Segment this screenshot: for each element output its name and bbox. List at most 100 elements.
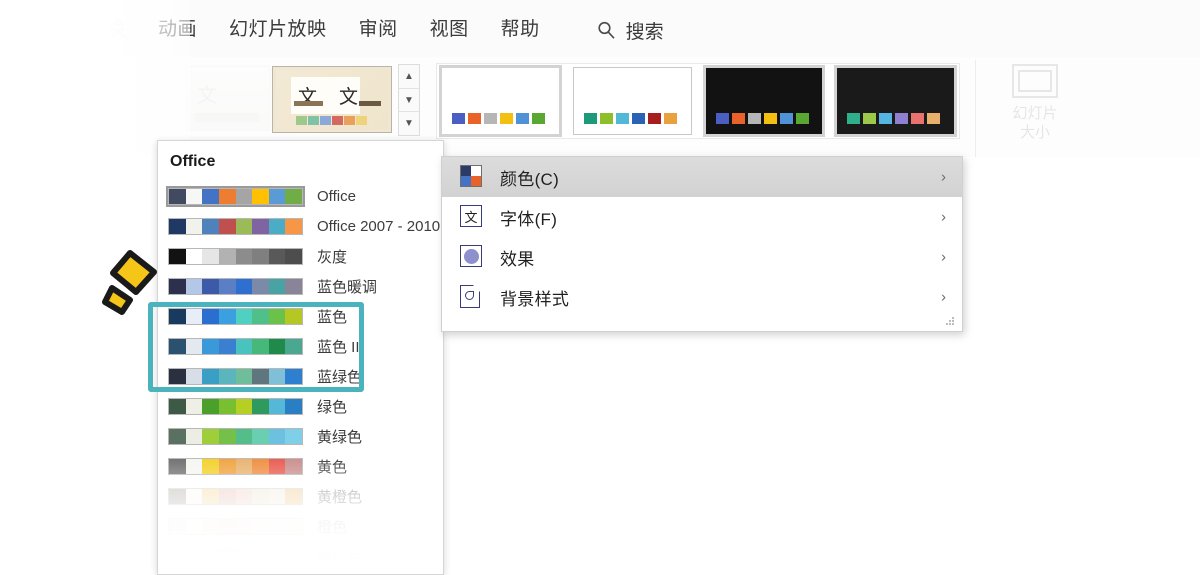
color-swatch-2-2 [202,248,219,264]
color-swatch-5-5 [252,338,269,354]
color-swatch-5-4 [235,338,253,354]
theme-color-row-9[interactable]: 黄色 [158,451,443,481]
theme-gallery[interactable] [436,63,960,139]
variant-swatches [296,115,368,125]
chevron-right-icon-1: › [941,208,946,226]
color-swatch-1-5 [252,218,269,234]
theme-swatch-2-3 [763,113,777,124]
color-swatch-10-2 [202,488,219,504]
ribbon-tabs-row: 设计 切换 动画 幻灯片放映 审阅 视图 帮助 搜索 [0,10,664,52]
theme-thumbnail-3[interactable] [834,65,957,137]
ribbon-tab-0[interactable]: 设计 [0,10,71,52]
background-page-icon [460,285,480,308]
color-swatch-1-4 [235,218,253,234]
theme-color-row-12[interactable]: 橙红色 [158,541,443,571]
variant-thumbnail-selected[interactable]: 文 文 [272,66,392,133]
ribbon-tab-2[interactable]: 动画 [142,10,213,50]
theme-color-row-5[interactable]: 蓝色 II [158,331,443,361]
gallery-scroll-down-button[interactable]: ▼ [399,89,419,113]
submenu-item-3[interactable]: 背景样式 › [442,277,962,317]
theme-color-label-6: 蓝绿色 [317,368,363,386]
theme-variants-submenu[interactable]: 颜色(C) › 文字体(F) › 效果 › 背景样式 › [441,156,963,332]
theme-thumbnail-2[interactable] [702,65,826,137]
color-swatch-9-6 [268,458,286,474]
theme-color-swatches-2 [168,247,303,265]
theme-color-row-6[interactable]: 蓝绿色 [158,361,443,391]
color-swatch-0-1 [185,188,203,204]
color-swatch-5-3 [218,338,236,354]
theme-color-row-2[interactable]: 灰度 [158,241,443,271]
color-swatch-12-6 [268,548,286,564]
slide-size-button[interactable]: 幻灯片 大小 [990,62,1080,154]
gallery-more-button[interactable]: ▼ [399,112,419,135]
submenu-items[interactable]: 颜色(C) › 文字体(F) › 效果 › 背景样式 › [442,157,962,317]
theme-color-row-1[interactable]: Office 2007 - 2010 [158,211,443,241]
color-swatch-8-5 [252,428,269,444]
theme-swatch-3-0 [847,113,861,124]
theme-thumbnail-0[interactable] [439,65,562,137]
color-swatch-4-0 [169,308,186,324]
variant-swatch-1 [308,115,320,125]
ribbon-tab-1[interactable]: 切换 [71,10,142,50]
effects-circle-icon-wrap [460,245,484,269]
theme-color-row-4[interactable]: 蓝色 [158,301,443,331]
theme-color-row-0[interactable]: Office [158,181,443,211]
theme-color-row-11[interactable]: 橙色 [158,511,443,541]
color-swatch-5-7 [285,338,302,354]
ribbon-tab-3[interactable]: 幻灯片放映 [213,10,343,50]
theme-thumbnail-swatches-3 [847,113,941,124]
color-swatch-6-5 [252,368,269,384]
theme-swatch-3-3 [895,113,909,124]
color-swatch-8-3 [218,428,236,444]
slide-size-label-line2: 大小 [1019,124,1050,141]
ribbon-tab-4[interactable]: 审阅 [343,10,414,50]
ribbon-tab-6[interactable]: 帮助 [485,10,556,50]
gallery-scroll-up-button[interactable]: ▲ [399,65,419,89]
submenu-item-0[interactable]: 颜色(C) › [442,157,962,197]
color-swatch-5-6 [268,338,286,354]
color-swatch-10-6 [268,488,286,504]
theme-color-row-3[interactable]: 蓝色暖调 [158,271,443,301]
theme-thumbnail-swatches-1 [583,113,677,124]
theme-color-label-12: 橙红色 [317,548,363,566]
variant-thumbnail-inner: 文 文 [276,70,388,129]
submenu-item-1[interactable]: 文字体(F) › [442,197,962,237]
color-swatch-4-7 [285,308,302,324]
color-swatch-4-1 [185,308,203,324]
right-white-area [964,157,1200,575]
theme-color-swatches-0 [166,185,305,207]
theme-color-swatches-12 [168,547,303,565]
theme-color-swatches-5 [168,337,303,355]
color-swatch-4-6 [268,308,286,324]
search-box[interactable]: 搜索 [596,17,664,44]
resize-grip-icon[interactable] [946,317,955,326]
color-swatch-5-2 [202,338,219,354]
theme-swatch-2-5 [795,113,809,124]
theme-color-row-8[interactable]: 黄绿色 [158,421,443,451]
color-swatch-3-4 [235,278,253,294]
theme-colors-list[interactable]: Office Office 2007 - 2010 灰度 蓝色暖调 蓝色 蓝色 II 蓝绿色… [158,181,443,571]
theme-swatch-0-2 [484,113,497,124]
color-swatch-5-0 [169,338,186,354]
ribbon-tab-5[interactable]: 视图 [414,10,485,50]
variant-thumbnail-ghost[interactable]: 文 [186,66,270,131]
theme-colors-dropdown[interactable]: Office Office Office 2007 - 2010 灰度 蓝色暖调 蓝色蓝… [157,140,444,575]
color-swatch-11-3 [218,518,236,534]
theme-color-label-9: 黄色 [317,458,348,476]
theme-swatch-0-0 [452,113,465,124]
color-swatch-11-6 [268,518,286,534]
theme-color-row-7[interactable]: 绿色 [158,391,443,421]
font-box-icon-wrap: 文 [460,205,484,229]
theme-swatch-3-2 [879,113,893,124]
color-swatch-9-0 [169,458,186,474]
theme-thumbnail-1[interactable] [572,67,692,135]
background-page-icon-wrap [460,285,484,309]
color-swatch-11-0 [169,518,186,534]
submenu-item-2[interactable]: 效果 › [442,237,962,277]
theme-color-label-7: 绿色 [317,398,348,416]
theme-color-row-10[interactable]: 黄橙色 [158,481,443,511]
color-quad-icon [460,165,482,187]
gallery-scroll-buttons[interactable]: ▲ ▼ ▼ [398,64,420,136]
color-swatch-7-4 [235,398,253,414]
color-swatch-7-6 [268,398,286,414]
